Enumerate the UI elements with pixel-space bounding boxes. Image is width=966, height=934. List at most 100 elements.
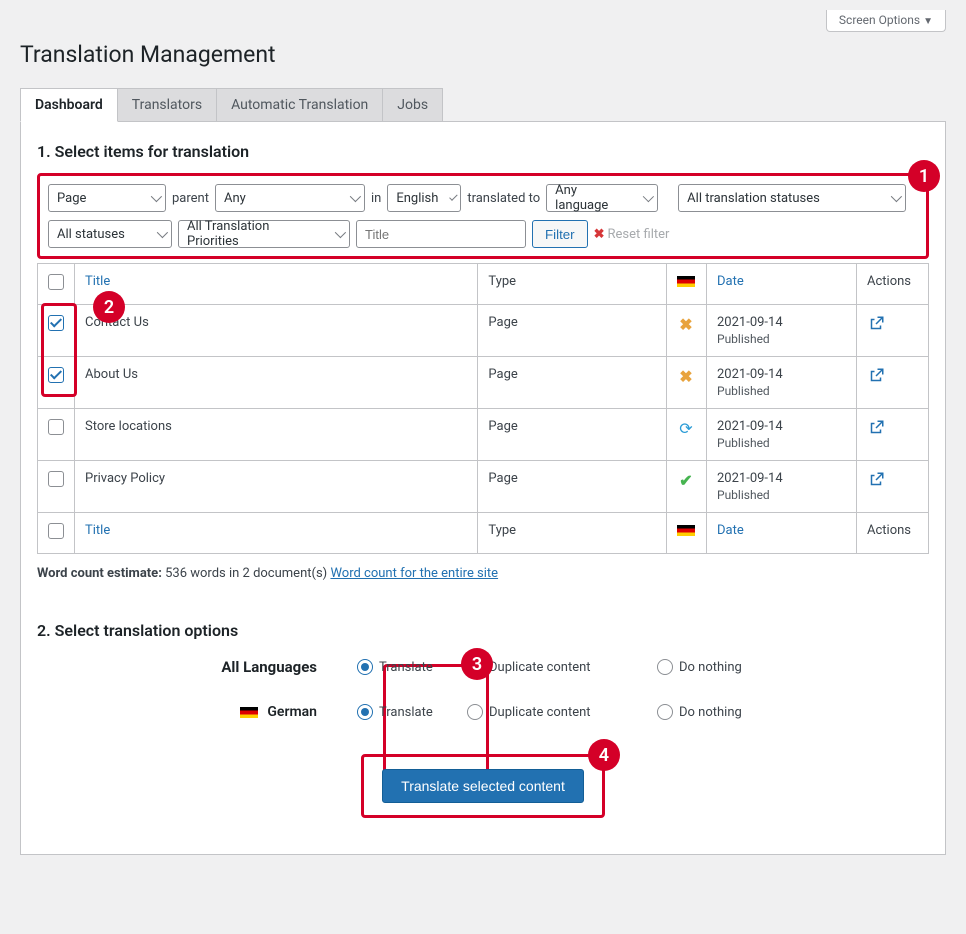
tab-dashboard[interactable]: Dashboard [20, 88, 118, 122]
status-select[interactable]: All statuses [48, 220, 172, 248]
german-nothing-radio[interactable]: Do nothing [657, 704, 807, 720]
opt-duplicate-label: Duplicate content [489, 705, 591, 720]
row-date: 2021-09-14Published [707, 357, 857, 409]
filter-box: 1 Page parent Any in English translated … [37, 173, 929, 259]
flag-de-icon [677, 525, 695, 536]
all-duplicate-radio[interactable]: Duplicate content [467, 659, 657, 675]
translate-action-icon[interactable] [867, 419, 885, 437]
table-row: About UsPage✖2021-09-14Published [38, 357, 929, 409]
screen-options-toggle[interactable]: Screen Options [826, 10, 946, 32]
chevron-down-icon [157, 227, 168, 238]
row-title[interactable]: Privacy Policy [75, 461, 478, 513]
row-checkbox[interactable] [48, 471, 64, 487]
col-actions: Actions [857, 264, 929, 305]
main-panel: 1. Select items for translation 1 Page p… [20, 121, 946, 855]
flag-de-icon [240, 707, 258, 718]
row-status[interactable]: ✔ [667, 461, 707, 513]
all-nothing-radio[interactable]: Do nothing [657, 659, 807, 675]
reset-filter-link[interactable]: ✖Reset filter [594, 227, 670, 242]
german-translate-radio[interactable]: Translate [357, 704, 467, 720]
col-type: Type [478, 264, 667, 305]
chevron-down-icon [450, 192, 458, 200]
chevron-down-icon [151, 191, 162, 202]
col-title[interactable]: Title [75, 264, 478, 305]
priority-select[interactable]: All Translation Priorities [178, 220, 350, 248]
chevron-down-icon [891, 191, 902, 202]
target-lang-select[interactable]: Any language [546, 184, 658, 212]
opt-translate-label: Translate [379, 705, 433, 720]
chevron-down-icon [350, 191, 361, 202]
translate-action-icon[interactable] [867, 315, 885, 333]
flag-de-icon [677, 276, 695, 287]
opt-nothing-label: Do nothing [679, 660, 742, 675]
radio-all-translate[interactable] [357, 659, 373, 675]
annotation-badge-4: 4 [588, 739, 620, 771]
source-lang-select[interactable]: English [387, 184, 461, 212]
radio-all-nothing[interactable] [657, 659, 673, 675]
radio-de-duplicate[interactable] [467, 704, 483, 720]
row-type: Page [478, 305, 667, 357]
parent-value: Any [224, 191, 246, 206]
col-actions-foot: Actions [857, 513, 929, 554]
submit-highlight: 4 Translate selected content [361, 754, 605, 818]
annotation-badge-2: 2 [93, 291, 125, 323]
translate-selected-button[interactable]: Translate selected content [382, 769, 584, 803]
status-translated-icon: ✔ [677, 471, 695, 490]
row-type: Page [478, 357, 667, 409]
all-translate-radio[interactable]: Translate [357, 659, 467, 675]
tab-translators[interactable]: Translators [118, 88, 217, 121]
select-all-checkbox-top[interactable] [48, 274, 64, 290]
row-title[interactable]: About Us [75, 357, 478, 409]
section1-heading: 1. Select items for translation [37, 142, 929, 161]
row-date: 2021-09-14Published [707, 461, 857, 513]
tab-automatic-translation[interactable]: Automatic Translation [217, 88, 383, 121]
row-title[interactable]: Contact Us [75, 305, 478, 357]
table-row: Contact UsPage✖2021-09-14Published [38, 305, 929, 357]
col-lang-flag [667, 264, 707, 305]
row-checkbox[interactable] [48, 367, 64, 383]
translation-status-value: All translation statuses [687, 191, 820, 206]
radio-de-nothing[interactable] [657, 704, 673, 720]
row-title[interactable]: Store locations [75, 409, 478, 461]
table-row: Privacy PolicyPage✔2021-09-14Published [38, 461, 929, 513]
col-date[interactable]: Date [707, 264, 857, 305]
post-type-select[interactable]: Page [48, 184, 166, 212]
row-status[interactable]: ✖ [667, 305, 707, 357]
select-all-checkbox-bottom[interactable] [48, 523, 64, 539]
tab-jobs[interactable]: Jobs [383, 88, 443, 121]
section2-heading: 2. Select translation options [37, 621, 929, 640]
translation-status-select[interactable]: All translation statuses [678, 184, 906, 212]
target-lang-value: Any language [555, 183, 631, 213]
row-type: Page [478, 409, 667, 461]
col-title-foot[interactable]: Title [75, 513, 478, 554]
row-date: 2021-09-14Published [707, 409, 857, 461]
annotation-badge-3: 3 [461, 648, 493, 680]
row-status[interactable]: ✖ [667, 357, 707, 409]
results-table: Title Type Date Actions Contact UsPage✖2… [37, 263, 929, 554]
german-label: German [267, 704, 317, 720]
close-icon: ✖ [594, 227, 605, 242]
parent-label: parent [172, 191, 209, 206]
parent-select[interactable]: Any [215, 184, 365, 212]
row-status[interactable]: ⟳ [667, 409, 707, 461]
results-wrapper: 2 Title Type Date Actions Contact UsPage… [37, 263, 929, 554]
in-label: in [371, 191, 381, 206]
translate-action-icon[interactable] [867, 367, 885, 385]
status-value: All statuses [57, 227, 125, 242]
translate-action-icon[interactable] [867, 471, 885, 489]
priority-value: All Translation Priorities [187, 219, 323, 249]
table-row: Store locationsPage⟳2021-09-14Published [38, 409, 929, 461]
word-count-link[interactable]: Word count for the entire site [330, 566, 498, 581]
chevron-down-icon [335, 227, 346, 238]
filter-button[interactable]: Filter [532, 220, 588, 248]
col-lang-flag-foot [667, 513, 707, 554]
row-checkbox[interactable] [48, 315, 64, 331]
screen-options-label: Screen Options [839, 13, 920, 27]
radio-de-translate[interactable] [357, 704, 373, 720]
source-lang-value: English [396, 191, 438, 206]
col-date-foot[interactable]: Date [707, 513, 857, 554]
german-duplicate-radio[interactable]: Duplicate content [467, 704, 657, 720]
reset-filter-label: Reset filter [608, 227, 670, 242]
title-filter-input[interactable] [356, 220, 526, 248]
row-checkbox[interactable] [48, 419, 64, 435]
